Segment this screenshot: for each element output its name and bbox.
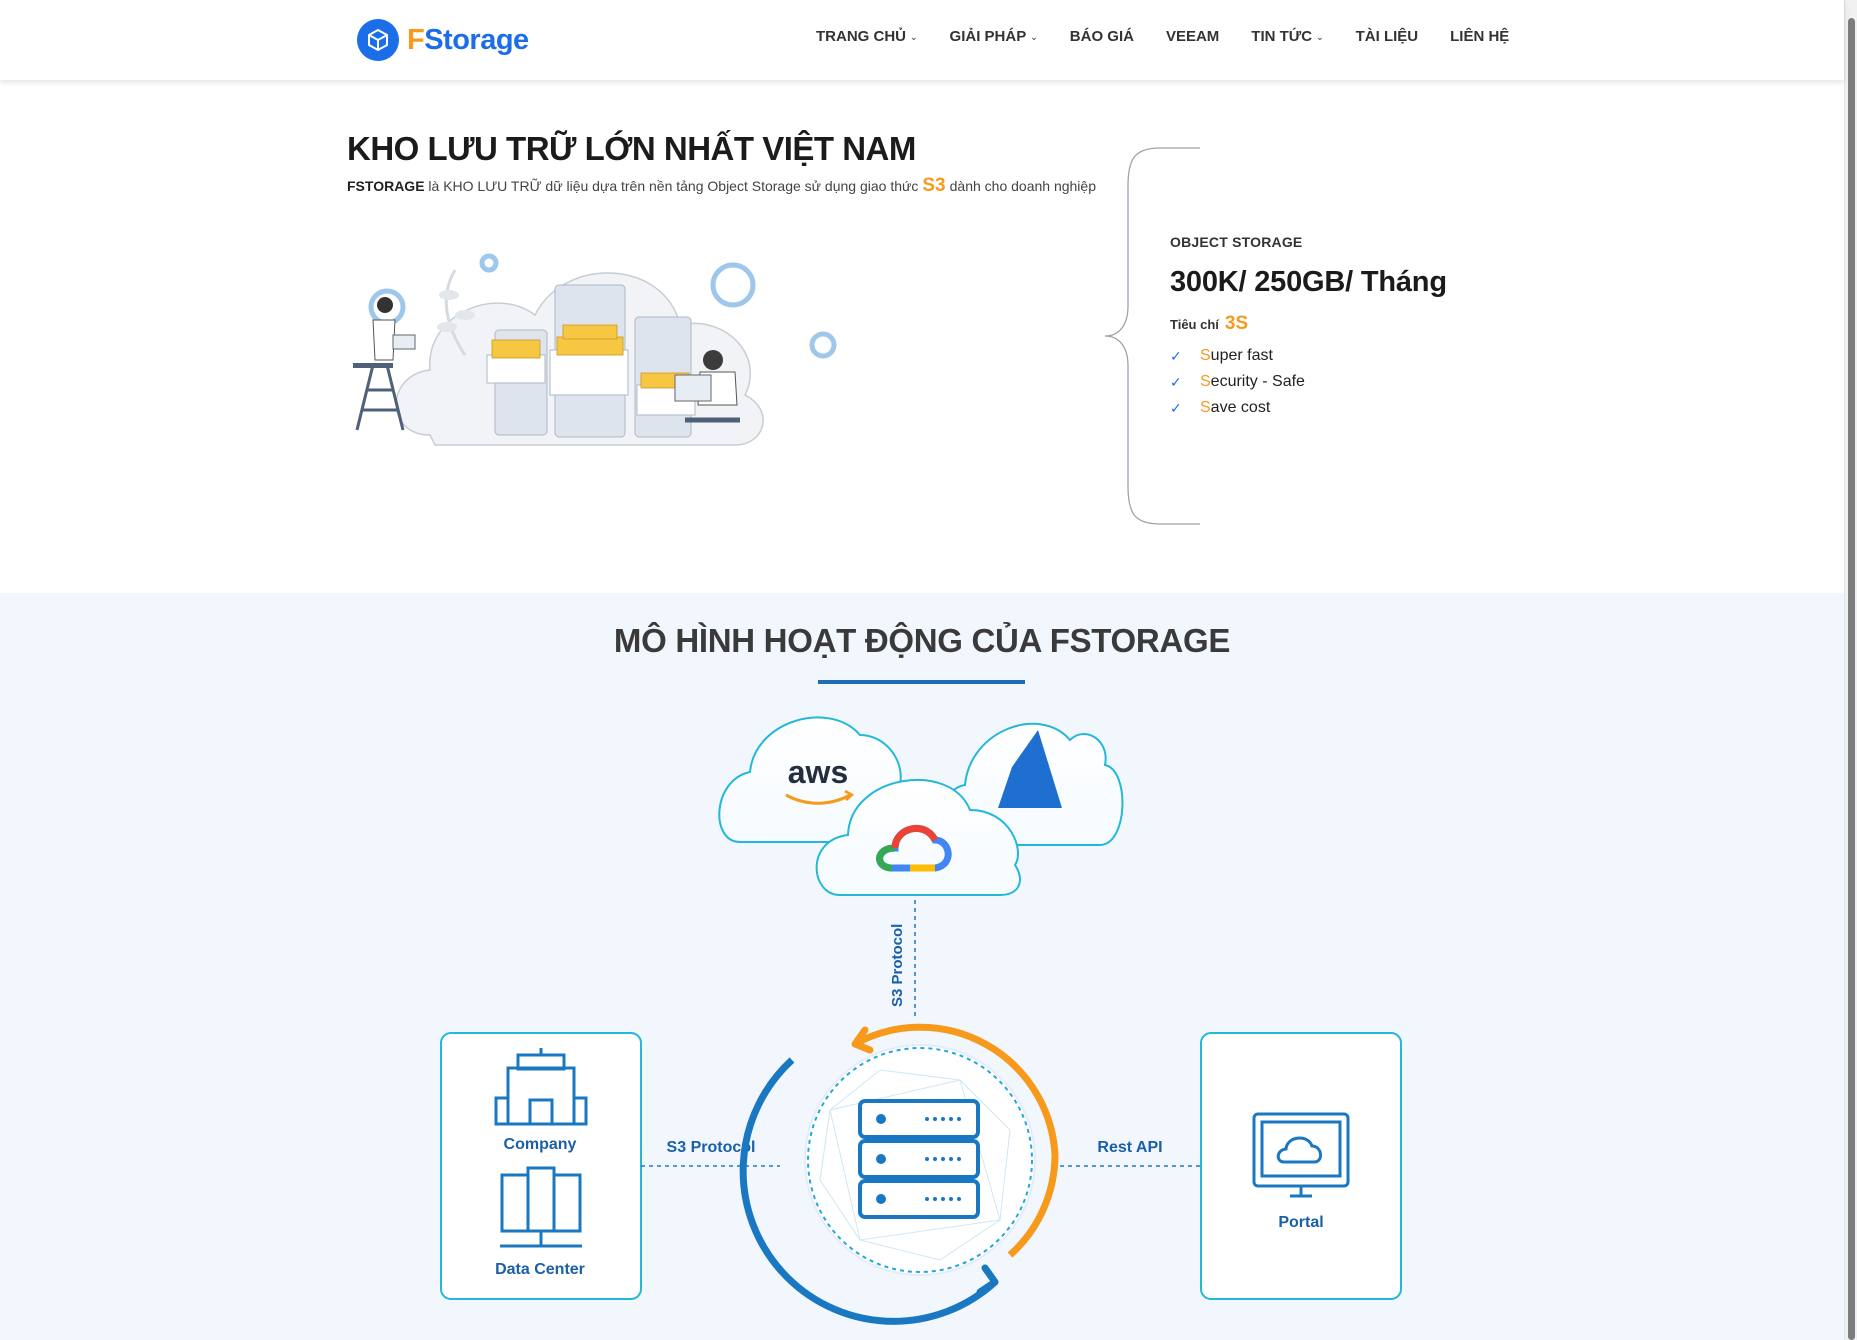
title-underline	[818, 680, 1025, 684]
nav-lien-he[interactable]: LIÊN HỆ	[1450, 28, 1509, 45]
feature-list: ✓ Super fast ✓ Security - Safe ✓ Save cost	[1170, 343, 1510, 421]
criteria: Tiêu chí 3S	[1170, 313, 1249, 334]
pricing-panel: OBJECT STORAGE 300K/ 250GB/ Tháng Tiêu c…	[1170, 234, 1510, 421]
nav-veeam[interactable]: VEEAM	[1166, 28, 1219, 45]
nav-tin-tuc[interactable]: TIN TỨC ⌄	[1251, 28, 1323, 45]
datacenter-label: Data Center	[495, 1261, 585, 1278]
nav-tai-lieu[interactable]: TÀI LIỆU	[1356, 28, 1419, 45]
aws-logo-text: aws	[788, 754, 848, 790]
check-icon: ✓	[1170, 399, 1182, 416]
chevron-down-icon: ⌄	[1030, 32, 1038, 42]
portal-card: Portal	[1200, 1032, 1402, 1300]
feature-item: ✓ Save cost	[1170, 399, 1271, 416]
cube-logo-icon	[357, 19, 399, 61]
chevron-down-icon: ⌄	[1316, 32, 1324, 42]
logo-text: FStorage	[407, 23, 529, 56]
feature-item: ✓ Super fast	[1170, 347, 1273, 364]
portal-label: Portal	[1278, 1214, 1323, 1231]
nav-bao-gia[interactable]: BÁO GIÁ	[1070, 28, 1134, 45]
feature-item: ✓ Security - Safe	[1170, 373, 1305, 390]
pricing-value: 300K/ 250GB/ Tháng	[1170, 266, 1447, 298]
architecture-diagram: aws S3 Protocol Company Data Center Port…	[440, 716, 1402, 1325]
pricing-kicker: OBJECT STORAGE	[1170, 234, 1303, 250]
nav-giai-phap[interactable]: GIẢI PHÁP ⌄	[950, 28, 1038, 45]
client-card: Company Data Center	[440, 1032, 642, 1300]
main-nav: TRANG CHỦ ⌄ GIẢI PHÁP ⌄ BÁO GIÁ VEEAM TIN …	[816, 28, 1541, 45]
hero-illustration	[353, 253, 837, 446]
right-protocol-label: Rest API	[1097, 1139, 1162, 1156]
scrollbar-thumb[interactable]	[1848, 18, 1855, 1340]
vertical-protocol-label: S3 Protocol	[889, 924, 906, 1007]
site-header: FStorage TRANG CHỦ ⌄ GIẢI PHÁP ⌄ BÁO GIÁ V…	[0, 0, 1844, 80]
chevron-down-icon: ⌄	[910, 32, 918, 42]
hero-title: KHO LƯU TRỮ LỚN NHẤT VIỆT NAM	[347, 130, 916, 167]
check-icon: ✓	[1170, 373, 1182, 390]
storage-hub	[739, 1023, 1059, 1325]
logo[interactable]: FStorage	[357, 19, 529, 61]
hero-description: FSTORAGE là KHO LƯU TRỮ dữ liệu dựa trên…	[347, 175, 1096, 196]
check-icon: ✓	[1170, 347, 1182, 364]
company-label: Company	[504, 1136, 577, 1153]
nav-trang-chu[interactable]: TRANG CHỦ ⌄	[816, 28, 918, 45]
model-title: MÔ HÌNH HOẠT ĐỘNG CỦA FSTORAGE	[613, 622, 1231, 659]
page-scrollbar[interactable]	[1844, 0, 1857, 1340]
